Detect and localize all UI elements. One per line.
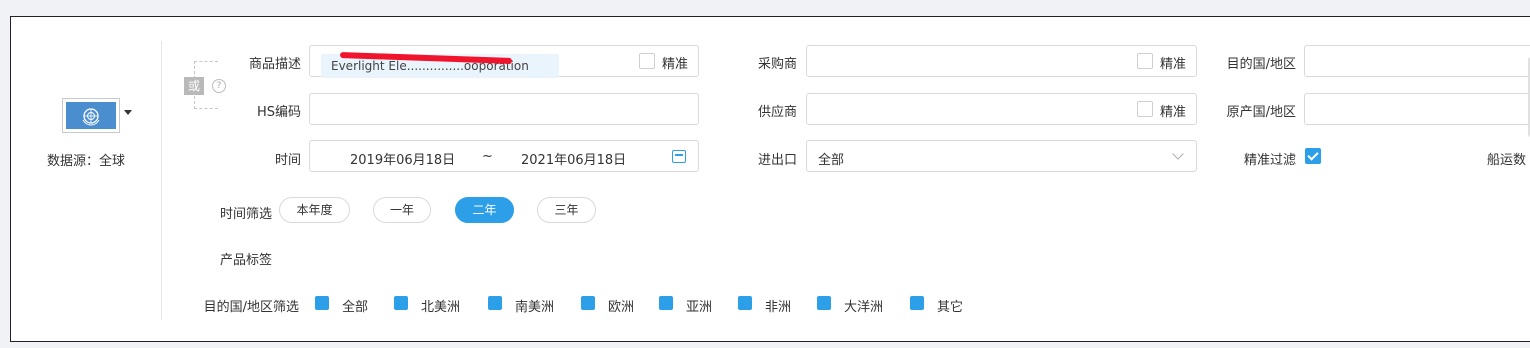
supplier-precise-label: 精准 (1160, 105, 1187, 120)
end-date[interactable]: 2021年06月18日 (521, 149, 626, 168)
data-source-label: 数据源：全球 (46, 154, 125, 169)
destination-input[interactable] (1304, 45, 1530, 77)
hs-code-label: HS编码 (256, 105, 301, 120)
date-range-picker[interactable]: 2019年06月18日 ~ 2021年06月18日 (309, 140, 699, 172)
start-date[interactable]: 2019年06月18日 (350, 149, 455, 168)
product-desc-precise-label: 精准 (662, 57, 689, 72)
region-north-america-checkbox[interactable] (394, 296, 408, 310)
data-source-selector[interactable] (62, 98, 120, 133)
destination-label: 目的国/地区 (1226, 57, 1296, 72)
import-export-value: 全部 (818, 153, 845, 168)
region-all-checkbox[interactable] (315, 296, 329, 310)
time-filter-one-year[interactable]: 一年 (373, 197, 431, 223)
origin-label: 原产国/地区 (1226, 105, 1296, 120)
un-flag-icon (66, 102, 116, 129)
region-oceania-checkbox[interactable] (817, 296, 831, 310)
region-africa-label: 非洲 (765, 300, 792, 315)
shipping-label: 船运数 (1487, 153, 1527, 168)
buyer-precise-label: 精准 (1160, 57, 1187, 72)
help-icon[interactable]: ? (212, 79, 226, 93)
buyer-precise-checkbox[interactable] (1137, 53, 1153, 69)
search-panel: 数据源：全球 或 ? 商品描述 Everlight Ele...........… (10, 16, 1530, 342)
time-filter-label: 时间筛选 (219, 207, 272, 222)
region-asia-label: 亚洲 (686, 300, 713, 315)
region-other-checkbox[interactable] (910, 296, 924, 310)
region-south-america-checkbox[interactable] (488, 296, 502, 310)
product-tags-label: 产品标签 (219, 253, 272, 268)
time-filter-two-years[interactable]: 二年 (455, 197, 514, 223)
import-export-select[interactable]: 全部 (806, 140, 1197, 172)
product-desc-precise-checkbox[interactable] (639, 53, 655, 69)
region-africa-checkbox[interactable] (738, 296, 752, 310)
time-label: 时间 (274, 153, 301, 168)
region-europe-label: 欧洲 (608, 300, 635, 315)
buyer-label: 采购商 (757, 57, 797, 72)
supplier-label: 供应商 (757, 105, 797, 120)
region-filter-label: 目的国/地区筛选 (203, 300, 299, 315)
calendar-icon[interactable] (672, 150, 686, 163)
region-south-america-label: 南美洲 (515, 300, 555, 315)
region-other-label: 其它 (937, 300, 964, 315)
region-europe-checkbox[interactable] (581, 296, 595, 310)
region-asia-checkbox[interactable] (659, 296, 673, 310)
region-north-america-label: 北美洲 (421, 300, 461, 315)
supplier-precise-checkbox[interactable] (1137, 101, 1153, 117)
region-oceania-label: 大洋洲 (844, 300, 884, 315)
buyer-input[interactable]: 精准 (806, 45, 1197, 77)
region-all-label: 全部 (342, 300, 369, 315)
supplier-input[interactable]: 精准 (806, 93, 1197, 125)
time-filter-three-years[interactable]: 三年 (537, 197, 596, 223)
date-separator: ~ (482, 149, 493, 164)
precise-filter-checkbox[interactable] (1305, 148, 1321, 164)
hs-code-input[interactable] (309, 93, 699, 125)
origin-input[interactable] (1304, 93, 1530, 125)
time-filter-this-year[interactable]: 本年度 (279, 197, 350, 223)
product-desc-label: 商品描述 (248, 57, 301, 72)
product-desc-input[interactable]: Everlight Ele...............ooporation 精… (309, 45, 699, 78)
or-badge[interactable]: 或 (184, 77, 204, 95)
vertical-divider (161, 41, 162, 320)
precise-filter-label: 精准过滤 (1243, 153, 1296, 168)
dropdown-caret-icon[interactable] (124, 110, 132, 115)
import-export-label: 进出口 (757, 153, 797, 168)
chevron-down-icon (1172, 148, 1184, 160)
